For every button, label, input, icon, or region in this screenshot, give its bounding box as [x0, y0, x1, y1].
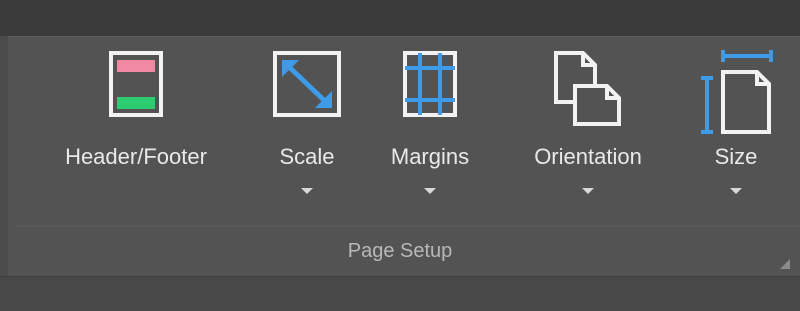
header-footer-label: Header/Footer: [65, 144, 207, 169]
header-footer-icon: [108, 50, 164, 123]
margins-label: Margins: [390, 144, 470, 169]
scale-dropdown-arrow-icon: [301, 188, 313, 194]
title-strip: [0, 0, 800, 36]
orientation-label: Orientation: [534, 144, 642, 169]
app-window: Header/Footer Scale Margins Orientation …: [0, 0, 800, 311]
orientation-icon: [553, 50, 623, 133]
size-label: Size: [714, 144, 758, 169]
margins-dropdown-arrow-icon: [424, 188, 436, 194]
scale-icon: [272, 50, 342, 123]
dialog-launcher-icon[interactable]: [780, 256, 790, 269]
scale-button[interactable]: Scale: [262, 36, 352, 226]
margins-icon: [402, 50, 458, 123]
group-separator: [12, 226, 800, 227]
scale-label: Scale: [279, 144, 335, 169]
bottom-strip: [0, 276, 800, 311]
size-dropdown-arrow-icon: [730, 188, 742, 194]
margins-button[interactable]: Margins: [370, 36, 490, 226]
orientation-dropdown-arrow-icon: [582, 188, 594, 194]
orientation-button[interactable]: Orientation: [508, 36, 668, 226]
group-label: Page Setup: [347, 240, 453, 262]
size-button[interactable]: Size: [688, 36, 784, 226]
size-icon: [699, 50, 773, 139]
header-footer-button[interactable]: Header/Footer: [36, 36, 236, 226]
